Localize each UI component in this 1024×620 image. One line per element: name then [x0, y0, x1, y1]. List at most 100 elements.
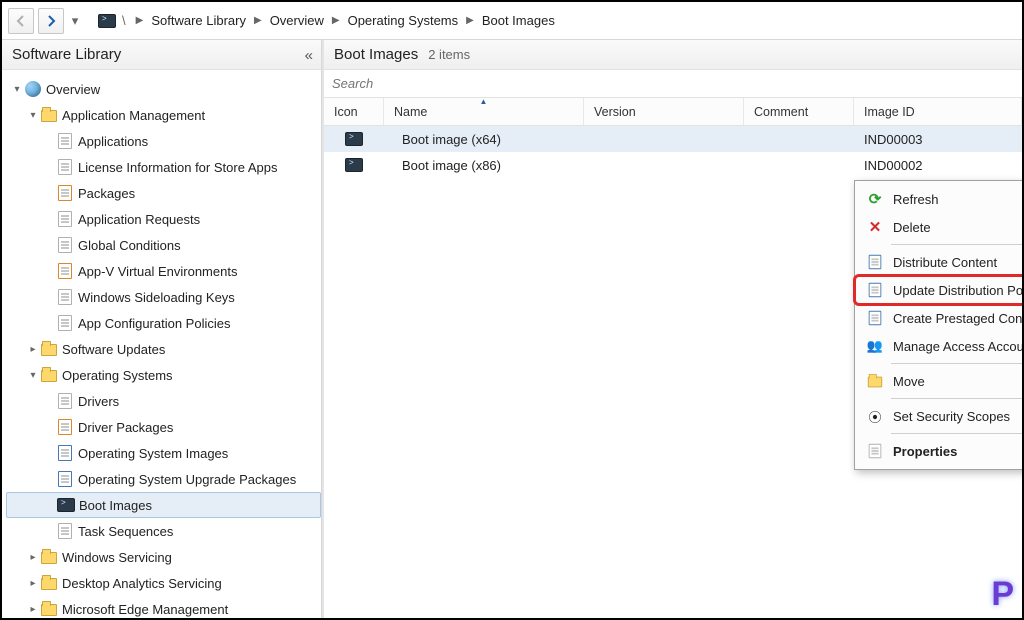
- chevron-right-icon: ▶: [136, 15, 144, 26]
- menu-separator: [891, 398, 1024, 399]
- tree-item[interactable]: Operating System Images: [6, 440, 321, 466]
- arrow-right-icon: [44, 14, 58, 28]
- tree-item-label: Microsoft Edge Management: [62, 602, 228, 617]
- menu-item[interactable]: 👥Manage Access Accounts: [855, 332, 1024, 360]
- tree-item[interactable]: Packages: [6, 180, 321, 206]
- tree-item-icon: [56, 236, 74, 254]
- menu-item[interactable]: ✕DeleteDelete: [855, 213, 1024, 241]
- menu-item[interactable]: Update Distribution Points: [855, 276, 1024, 304]
- menu-item-label: Set Security Scopes: [893, 409, 1024, 424]
- column-name[interactable]: Name ▲: [384, 98, 584, 125]
- breadcrumb-item[interactable]: Software Library: [151, 13, 246, 28]
- menu-item[interactable]: Distribute Content: [855, 248, 1024, 276]
- column-icon[interactable]: Icon: [324, 98, 384, 125]
- menu-item[interactable]: ⟳RefreshF5: [855, 185, 1024, 213]
- menu-item[interactable]: Properties: [855, 437, 1024, 465]
- tree-item[interactable]: Windows Sideloading Keys: [6, 284, 321, 310]
- tree-item[interactable]: Applications: [6, 128, 321, 154]
- content-title: Boot Images: [334, 46, 418, 63]
- presta-icon: [863, 308, 887, 328]
- tree-item[interactable]: License Information for Store Apps: [6, 154, 321, 180]
- search-box: [324, 70, 1022, 98]
- breadcrumb-item[interactable]: Boot Images: [482, 13, 555, 28]
- menu-item[interactable]: ⦿Set Security Scopes: [855, 402, 1024, 430]
- tree-item-icon: [56, 470, 74, 488]
- row-name: Boot image (x64): [384, 132, 584, 147]
- tree-item[interactable]: Task Sequences: [6, 518, 321, 544]
- tree-item[interactable]: ▾Overview: [6, 76, 321, 102]
- content-header: Boot Images 2 items: [324, 40, 1022, 70]
- tree-item-icon: [56, 132, 74, 150]
- dist-icon: [863, 252, 887, 272]
- column-version[interactable]: Version: [584, 98, 744, 125]
- tree-item[interactable]: Application Requests: [6, 206, 321, 232]
- menu-item[interactable]: Create Prestaged Content File: [855, 304, 1024, 332]
- tree-item-icon: [40, 574, 58, 592]
- context-menu: ⟳RefreshF5✕DeleteDelete Distribute Conten…: [854, 180, 1024, 470]
- column-comment[interactable]: Comment: [744, 98, 854, 125]
- breadcrumb-separator: \: [122, 13, 126, 28]
- breadcrumb-root-icon[interactable]: [96, 10, 118, 32]
- tree-item[interactable]: App Configuration Policies: [6, 310, 321, 336]
- prop-icon: [863, 441, 887, 461]
- tree-item-label: Operating Systems: [62, 368, 173, 383]
- tree-item[interactable]: Global Conditions: [6, 232, 321, 258]
- breadcrumb-item[interactable]: Overview: [270, 13, 324, 28]
- main-body: Software Library « ▾Overview▾Application…: [2, 40, 1022, 618]
- nav-tree: ▾Overview▾Application Management Applicat…: [2, 70, 321, 618]
- sidebar-title: Software Library: [12, 46, 121, 63]
- expander-icon[interactable]: ▸: [26, 604, 40, 615]
- tree-item[interactable]: ▾ Operating Systems: [6, 362, 321, 388]
- tree-item-label: Software Updates: [62, 342, 165, 357]
- expander-icon[interactable]: ▾: [10, 84, 24, 95]
- collapse-sidebar-icon[interactable]: «: [305, 47, 313, 64]
- forward-button[interactable]: [38, 8, 64, 34]
- menu-separator: [891, 433, 1024, 434]
- tree-item[interactable]: ▸ Windows Servicing: [6, 544, 321, 570]
- tree-item[interactable]: ▾Application Management: [6, 102, 321, 128]
- row-icon: [324, 158, 384, 172]
- tree-item-icon: [56, 262, 74, 280]
- tree-item[interactable]: ▸ Microsoft Edge Management: [6, 596, 321, 618]
- expander-icon[interactable]: ▾: [26, 110, 40, 121]
- column-imageid[interactable]: Image ID: [854, 98, 1022, 125]
- menu-item-label: Refresh: [893, 192, 1024, 207]
- tree-item[interactable]: Driver Packages: [6, 414, 321, 440]
- tree-item[interactable]: Drivers: [6, 388, 321, 414]
- tree-item-icon: [40, 366, 58, 384]
- menu-item-label: Move: [893, 374, 1024, 389]
- item-count: 2 items: [428, 47, 470, 62]
- tree-item-label: Windows Servicing: [62, 550, 172, 565]
- arrow-left-icon: [14, 14, 28, 28]
- history-dropdown[interactable]: ▾: [68, 8, 82, 34]
- expander-icon[interactable]: ▸: [26, 578, 40, 589]
- upd-icon: [863, 280, 887, 300]
- move-icon: [863, 371, 887, 391]
- breadcrumb: ▶ Software Library ▶ Overview ▶ Operatin…: [136, 13, 555, 28]
- table-row[interactable]: Boot image (x64)IND00003: [324, 126, 1022, 152]
- tree-item-label: Global Conditions: [78, 238, 181, 253]
- tree-item-label: Applications: [78, 134, 148, 149]
- row-imageid: IND00002: [854, 158, 1022, 173]
- tree-item-icon: [40, 548, 58, 566]
- tree-item-icon: [57, 496, 75, 514]
- tree-item[interactable]: Operating System Upgrade Packages: [6, 466, 321, 492]
- tree-item[interactable]: ▸ Software Updates: [6, 336, 321, 362]
- tree-item[interactable]: ▸Desktop Analytics Servicing: [6, 570, 321, 596]
- tree-item-icon: [56, 314, 74, 332]
- menu-item[interactable]: Move: [855, 367, 1024, 395]
- expander-icon[interactable]: ▾: [26, 370, 40, 381]
- table-row[interactable]: Boot image (x86)IND00002: [324, 152, 1022, 178]
- expander-icon[interactable]: ▸: [26, 552, 40, 563]
- chevron-right-icon: ▶: [466, 15, 474, 26]
- tree-item-icon: [56, 158, 74, 176]
- expander-icon[interactable]: ▸: [26, 344, 40, 355]
- tree-item[interactable]: App-V Virtual Environments: [6, 258, 321, 284]
- acc-icon: 👥: [863, 336, 887, 356]
- tree-item[interactable]: Boot Images: [6, 492, 321, 518]
- search-input[interactable]: [330, 75, 1016, 92]
- tree-item-label: Windows Sideloading Keys: [78, 290, 235, 305]
- breadcrumb-item[interactable]: Operating Systems: [348, 13, 459, 28]
- tree-item-label: App-V Virtual Environments: [78, 264, 237, 279]
- back-button[interactable]: [8, 8, 34, 34]
